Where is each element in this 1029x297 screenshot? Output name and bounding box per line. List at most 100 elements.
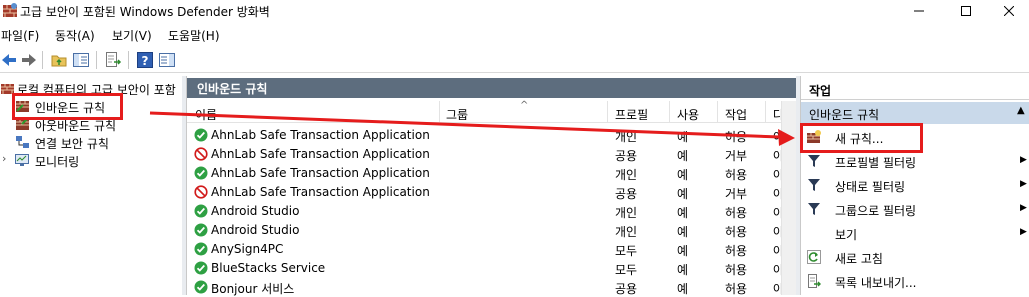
action-label: 상태로 필터링 xyxy=(835,180,906,194)
actions-pane: 작업 인바운드 규칙 ▲ 새 규칙... 프로필별 필터링 ▶ 상태로 필터링 … xyxy=(800,76,1029,295)
table-row[interactable]: Android Studio 개인 예 허용 아 xyxy=(187,221,784,240)
cell-name: Bonjour 서비스 xyxy=(211,282,295,296)
svg-text:?: ? xyxy=(142,54,149,68)
allow-rule-icon xyxy=(194,128,208,142)
table-row[interactable]: Android Studio 개인 예 허용 아 xyxy=(187,202,784,221)
close-button[interactable] xyxy=(989,0,1029,22)
vertical-scrollbar[interactable] xyxy=(781,101,797,295)
action-refresh[interactable]: 새로 고침 xyxy=(801,246,1029,268)
action-filter-by-group[interactable]: 그룹으로 필터링 ▶ xyxy=(801,198,1029,220)
toolbar-divider xyxy=(128,51,129,69)
toolbar-divider xyxy=(96,51,97,69)
close-icon xyxy=(1004,6,1014,16)
column-header-profile[interactable]: 프로필 xyxy=(615,106,648,123)
submenu-arrow-icon: ▶ xyxy=(1020,203,1027,213)
table-row[interactable]: AhnLab Safe Transaction Application 개인 예 허용… xyxy=(187,126,784,145)
cell-enabled: 예 xyxy=(677,225,689,239)
firewall-icon xyxy=(3,3,17,17)
up-folder-icon[interactable] xyxy=(50,51,68,69)
show-hide-console-tree-icon[interactable] xyxy=(72,51,90,69)
cell-profile: 개인 xyxy=(615,206,638,220)
action-label: 새로 고침 xyxy=(835,252,883,266)
table-row[interactable]: AhnLab Safe Transaction Application 개인 예 허용… xyxy=(187,164,784,183)
cell-name: AhnLab Safe Transaction Application xyxy=(211,185,430,199)
refresh-icon xyxy=(807,250,821,264)
sort-caret-icon: ^ xyxy=(520,100,529,111)
action-label: 프로필별 필터링 xyxy=(835,156,917,170)
action-export-list[interactable]: 목록 내보내기... xyxy=(801,270,1029,292)
toolbar: ? xyxy=(0,47,1029,73)
table-row[interactable]: AhnLab Safe Transaction Application 공용 예 거부… xyxy=(187,145,784,164)
column-divider[interactable] xyxy=(765,101,766,123)
column-divider[interactable] xyxy=(607,101,608,123)
menu-file[interactable]: 파일(F) xyxy=(1,27,39,44)
tree-item-connection-security-rules[interactable]: 연결 보안 규칙 xyxy=(13,133,182,151)
submenu-arrow-icon: ▶ xyxy=(1020,155,1027,165)
filter-icon xyxy=(808,155,820,167)
properties-pane-icon[interactable] xyxy=(158,51,176,69)
cell-action: 거부 xyxy=(725,187,748,201)
column-divider[interactable] xyxy=(439,101,440,123)
forward-arrow-icon[interactable] xyxy=(20,51,38,69)
cell-action: 허용 xyxy=(725,282,748,296)
cell-enabled: 예 xyxy=(677,282,689,296)
help-icon[interactable]: ? xyxy=(136,51,154,69)
submenu-arrow-icon: ▶ xyxy=(1020,227,1027,237)
cell-profile: 개인 xyxy=(615,225,638,239)
title-bar: 고급 보안이 포함된 Windows Defender 방화벽 xyxy=(0,0,1029,22)
allow-rule-icon xyxy=(194,242,208,256)
allow-rule-icon xyxy=(194,261,208,275)
menu-view[interactable]: 보기(V) xyxy=(112,27,152,44)
tree-item-monitoring[interactable]: › 모니터링 xyxy=(0,151,182,169)
cell-profile: 개인 xyxy=(615,130,638,144)
action-filter-by-state[interactable]: 상태로 필터링 ▶ xyxy=(801,174,1029,196)
column-header-enabled[interactable]: 사용 xyxy=(677,106,699,123)
cell-profile: 개인 xyxy=(615,168,638,182)
filter-icon xyxy=(808,203,820,215)
action-label: 목록 내보내기... xyxy=(835,276,917,290)
cell-name: AhnLab Safe Transaction Application xyxy=(211,128,430,142)
actions-section-label: 인바운드 규칙 xyxy=(809,108,880,122)
menu-action[interactable]: 동작(A) xyxy=(55,27,95,44)
export-list-icon[interactable] xyxy=(104,51,122,69)
action-view[interactable]: 보기 ▶ xyxy=(801,222,1029,244)
column-header-group[interactable]: 그룹 xyxy=(446,106,468,123)
actions-header: 작업 xyxy=(801,78,1029,100)
submenu-arrow-icon: ▶ xyxy=(1020,179,1027,189)
cell-action: 허용 xyxy=(725,168,748,182)
toolbar-divider xyxy=(42,51,43,69)
allow-rule-icon xyxy=(194,166,208,180)
block-rule-icon xyxy=(194,147,208,161)
allow-rule-icon xyxy=(194,280,208,294)
column-header-action[interactable]: 작업 xyxy=(725,106,747,123)
cell-action: 허용 xyxy=(725,206,748,220)
collapse-triangle-icon[interactable]: ▲ xyxy=(1017,105,1025,116)
column-header-name[interactable]: 이름 xyxy=(195,106,217,123)
table-row[interactable]: AnySign4PC 모두 예 허용 아 xyxy=(187,240,784,259)
cell-action: 허용 xyxy=(725,130,748,144)
minimize-button[interactable] xyxy=(896,0,942,22)
export-list-icon xyxy=(808,274,821,288)
cell-profile: 공용 xyxy=(615,149,638,163)
table-row[interactable]: AhnLab Safe Transaction Application 공용 예 거부… xyxy=(187,183,784,202)
back-arrow-icon[interactable] xyxy=(0,51,18,69)
actions-section-header[interactable]: 인바운드 규칙 ▲ xyxy=(801,102,1029,124)
menu-help[interactable]: 도움말(H) xyxy=(168,27,220,44)
table-row[interactable]: Bonjour 서비스 공용 예 허용 아 xyxy=(187,278,784,297)
expand-chevron-icon[interactable]: › xyxy=(2,152,6,165)
column-divider[interactable] xyxy=(669,101,670,123)
tree-item-label: 연결 보안 규칙 xyxy=(35,137,109,151)
highlight-box-new-rule xyxy=(800,123,923,153)
cell-enabled: 예 xyxy=(677,206,689,220)
column-divider[interactable] xyxy=(717,101,718,123)
maximize-button[interactable] xyxy=(943,0,989,22)
cell-name: AhnLab Safe Transaction Application xyxy=(211,147,430,161)
cell-profile: 공용 xyxy=(615,187,638,201)
filter-icon xyxy=(808,179,820,191)
rules-table-body: AhnLab Safe Transaction Application 개인 예 허용… xyxy=(187,126,784,297)
cell-enabled: 예 xyxy=(677,168,689,182)
action-filter-by-profile[interactable]: 프로필별 필터링 ▶ xyxy=(801,150,1029,172)
allow-rule-icon xyxy=(194,204,208,218)
table-row[interactable]: BlueStacks Service 모두 예 허용 아 xyxy=(187,259,784,278)
cell-enabled: 예 xyxy=(677,263,689,277)
